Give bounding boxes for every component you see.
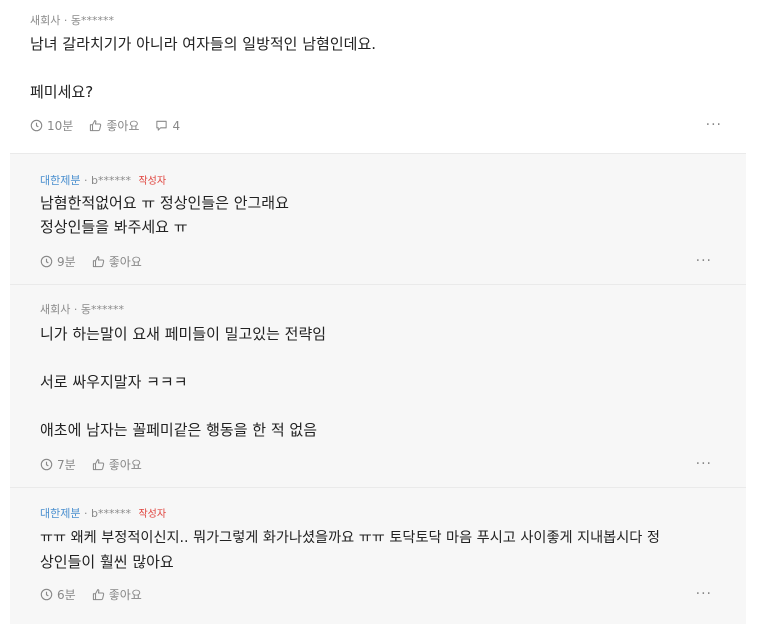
clock-icon	[30, 119, 43, 132]
more-options-button[interactable]: ···	[706, 117, 722, 133]
time-text: 7분	[57, 458, 76, 472]
company-name[interactable]: 새회사	[40, 303, 70, 316]
company-name[interactable]: 새회사	[30, 14, 60, 27]
reply-actions: 6분 좋아요 ···	[40, 586, 712, 603]
comment-line: 남녀 갈라치기가 아니라 여자들의 일방적인 남혐인데요.	[30, 35, 377, 53]
reply-line: 상인들이 훨씬 많아요	[40, 553, 174, 571]
like-button[interactable]: 좋아요	[92, 586, 142, 603]
reply-body: 남혐한적없어요 ㅠ 정상인들은 안그래요 정상인들을 봐주세요 ㅠ	[40, 191, 289, 239]
reply-body: ㅠㅠ 왜케 부정적이신지.. 뭐가그렇게 화가나셨을까요 ㅠㅠ 토닥토닥 마음 …	[40, 526, 740, 574]
reply-actions: 9분 좋아요 ···	[40, 253, 712, 270]
reply-meta: 새회사 · 동******	[40, 303, 124, 316]
more-dots-icon: ···	[695, 586, 712, 602]
reply-line	[40, 346, 326, 370]
comment-line: 페미세요?	[30, 83, 94, 101]
like-label: 좋아요	[108, 458, 142, 472]
clock-icon	[40, 255, 53, 268]
author-badge: 작성자	[138, 509, 167, 520]
author-badge: 작성자	[138, 176, 167, 187]
author-name: b******	[90, 174, 131, 187]
reply-line: 애초에 남자는 꼴페미같은 행동을 한 적 없음	[40, 421, 318, 439]
more-options-button[interactable]: ···	[696, 456, 712, 472]
time-stamp: 9분	[40, 253, 76, 270]
comment-meta: 새회사 · 동******	[30, 14, 114, 27]
thumbs-up-icon	[92, 459, 104, 471]
reply-meta: 대한제분 · b****** 작성자	[40, 174, 167, 187]
reply-line: 정상인들을 봐주세요 ㅠ	[40, 218, 188, 236]
comment-actions: 10분 좋아요 4 ···	[30, 117, 722, 134]
comment-line	[30, 56, 376, 80]
reply-count: 4	[172, 118, 181, 133]
more-options-button[interactable]: ···	[696, 253, 712, 269]
time-stamp: 7분	[40, 456, 76, 473]
author-name: 동******	[70, 14, 114, 27]
author-name: b******	[90, 507, 131, 520]
like-button[interactable]: 좋아요	[92, 456, 142, 473]
thumbs-up-icon	[92, 256, 104, 268]
reply-item: 새회사 · 동****** 니가 하는말이 요새 페미들이 밀고있는 전략임 서…	[10, 284, 746, 487]
thumbs-up-icon	[92, 589, 104, 601]
clock-icon	[40, 588, 53, 601]
clock-icon	[40, 458, 53, 471]
more-dots-icon: ···	[695, 253, 712, 269]
reply-item: 대한제분 · b****** 작성자 남혐한적없어요 ㅠ 정상인들은 안그래요 …	[10, 153, 746, 284]
like-label: 좋아요	[108, 588, 142, 602]
more-dots-icon: ···	[705, 117, 722, 133]
time-stamp: 6분	[40, 586, 76, 603]
company-name[interactable]: 대한제분	[40, 507, 80, 520]
time-text: 10분	[47, 119, 74, 133]
comment-body: 남녀 갈라치기가 아니라 여자들의 일방적인 남혐인데요. 페미세요?	[30, 32, 376, 104]
like-button[interactable]: 좋아요	[92, 253, 142, 270]
reply-meta: 대한제분 · b****** 작성자	[40, 507, 167, 520]
more-options-button[interactable]: ···	[696, 586, 712, 602]
more-dots-icon: ···	[695, 456, 712, 472]
reply-line: 남혐한적없어요 ㅠ 정상인들은 안그래요	[40, 194, 289, 212]
reply-line: 니가 하는말이 요새 페미들이 밀고있는 전략임	[40, 325, 327, 343]
reply-line: ㅠㅠ 왜케 부정적이신지.. 뭐가그렇게 화가나셨을까요 ㅠㅠ 토닥토닥 마음 …	[40, 530, 660, 546]
reply-actions: 7분 좋아요 ···	[40, 456, 712, 473]
time-stamp: 10분	[30, 117, 73, 134]
reply-item: 대한제분 · b****** 작성자 ㅠㅠ 왜케 부정적이신지.. 뭐가그렇게 …	[10, 487, 746, 624]
reply-count-button[interactable]: 4	[155, 119, 180, 133]
like-label: 좋아요	[106, 119, 140, 133]
time-text: 6분	[57, 588, 76, 602]
thumbs-up-icon	[90, 120, 102, 132]
speech-bubble-icon	[156, 120, 168, 131]
reply-line: 서로 싸우지말자 ㅋㅋㅋ	[40, 373, 188, 391]
like-button[interactable]: 좋아요	[89, 117, 139, 134]
author-name: 동******	[80, 303, 124, 316]
time-text: 9분	[57, 255, 76, 269]
like-label: 좋아요	[108, 255, 142, 269]
reply-line	[40, 394, 326, 418]
reply-body: 니가 하는말이 요새 페미들이 밀고있는 전략임 서로 싸우지말자 ㅋㅋㅋ 애초…	[40, 322, 326, 442]
company-name[interactable]: 대한제분	[40, 174, 80, 187]
